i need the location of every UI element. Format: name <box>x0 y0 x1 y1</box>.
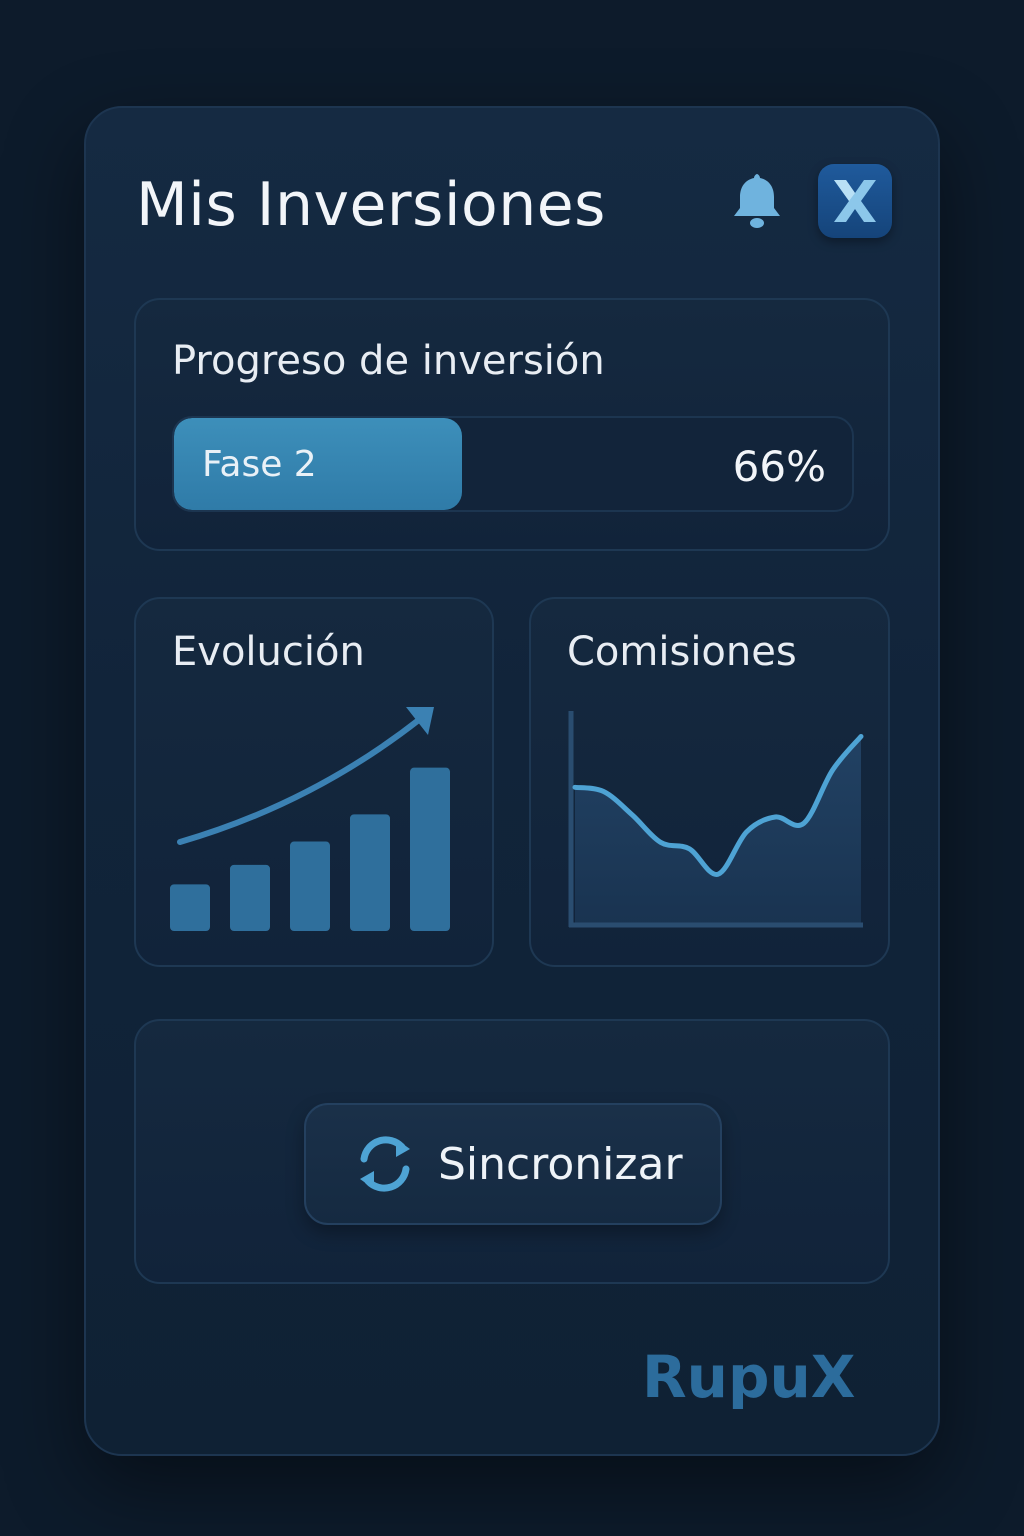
sync-label: Sincronizar <box>438 1138 683 1190</box>
commissions-area <box>575 736 861 923</box>
sync-button[interactable]: Sincronizar <box>304 1103 722 1225</box>
evolution-panel[interactable]: Evolución <box>134 597 494 967</box>
evolution-bar-1 <box>170 884 210 931</box>
page-title: Mis Inversiones <box>136 170 606 240</box>
evolution-bar-4 <box>350 814 390 931</box>
progress-label: Progreso de inversión <box>172 338 605 384</box>
bell-icon[interactable] <box>728 170 786 232</box>
progress-panel: Progreso de inversión Fase 2 66% <box>134 298 890 551</box>
refresh-icon <box>360 1136 410 1192</box>
commissions-panel[interactable]: Comisiones <box>529 597 890 967</box>
evolution-chart <box>170 707 450 931</box>
trend-arrow-head <box>406 707 434 735</box>
sync-panel: Sincronizar <box>134 1019 890 1284</box>
progress-bar: Fase 2 66% <box>172 416 854 512</box>
x-logo-glyph <box>834 180 876 222</box>
evolution-bar-2 <box>230 864 270 931</box>
progress-percent: 66% <box>732 442 826 491</box>
brand-logo: RupuX <box>642 1343 856 1411</box>
x-logo-icon[interactable] <box>818 164 892 238</box>
evolution-bar-3 <box>290 841 330 931</box>
commissions-chart <box>568 711 864 928</box>
phase-label: Fase 2 <box>202 444 317 485</box>
evolution-bar-5 <box>410 767 450 931</box>
